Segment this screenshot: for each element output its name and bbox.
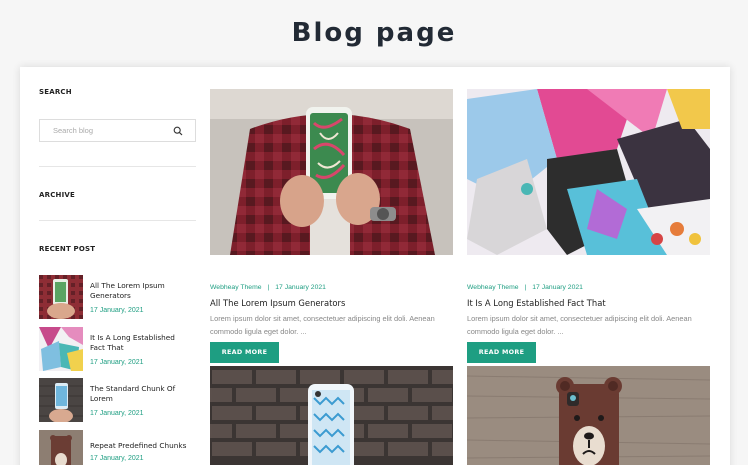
- blog-post: [210, 366, 453, 465]
- recent-post-item[interactable]: All The Lorem Ipsum Generators 17 Januar…: [39, 275, 196, 319]
- blog-card: SEARCH ARCHIVE RECENT POST: [20, 67, 730, 465]
- blog-post: Webheay Theme | 17 January 2021 It Is A Lo…: [467, 89, 710, 369]
- recent-post-thumbnail[interactable]: [39, 327, 83, 371]
- search-box[interactable]: [39, 119, 196, 142]
- recent-post-item[interactable]: The Standard Chunk Of Lorem 17 January, …: [39, 378, 196, 422]
- read-more-button[interactable]: READ MORE: [210, 342, 279, 363]
- post-date: 17 January 2021: [275, 284, 326, 291]
- post-excerpt: Lorem ipsum dolor sit amet, consectetuer…: [210, 314, 435, 336]
- divider: [39, 220, 196, 221]
- post-excerpt: Lorem ipsum dolor sit amet, consectetuer…: [467, 314, 692, 336]
- blog-post: Webheay Theme | 17 January 2021 All The Lo…: [210, 89, 453, 369]
- post-image[interactable]: [467, 366, 710, 465]
- recent-post-title[interactable]: All The Lorem Ipsum Generators: [90, 281, 190, 301]
- recent-post-date: 17 January, 2021: [90, 359, 144, 366]
- post-title[interactable]: All The Lorem Ipsum Generators: [210, 298, 345, 308]
- recent-post-title[interactable]: Repeat Predefined Chunks: [90, 441, 190, 451]
- search-input[interactable]: [53, 126, 163, 135]
- recent-post-thumbnail[interactable]: [39, 430, 83, 465]
- post-meta: Webheay Theme | 17 January 2021: [210, 284, 326, 291]
- page-title: Blog page: [291, 18, 457, 48]
- post-image[interactable]: [210, 89, 453, 255]
- post-image[interactable]: [467, 89, 710, 255]
- divider: [39, 166, 196, 167]
- recent-post-thumbnail[interactable]: [39, 275, 83, 319]
- post-date: 17 January 2021: [532, 284, 583, 291]
- post-image[interactable]: [210, 366, 453, 465]
- recent-post-title[interactable]: The Standard Chunk Of Lorem: [90, 384, 190, 404]
- post-meta: Webheay Theme | 17 January 2021: [467, 284, 583, 291]
- recent-post-item[interactable]: Repeat Predefined Chunks 17 January, 202…: [39, 430, 196, 465]
- blog-post: [467, 366, 710, 465]
- recent-post-date: 17 January, 2021: [90, 455, 144, 462]
- meta-separator: |: [524, 284, 527, 291]
- search-heading: SEARCH: [39, 88, 72, 96]
- post-title[interactable]: It Is A Long Established Fact That: [467, 298, 606, 308]
- meta-separator: |: [267, 284, 270, 291]
- search-icon[interactable]: [173, 126, 183, 136]
- post-author[interactable]: Webheay Theme: [467, 284, 519, 291]
- archive-heading[interactable]: ARCHIVE: [39, 191, 75, 199]
- recent-post-heading: RECENT POST: [39, 245, 96, 253]
- recent-post-item[interactable]: It Is A Long Established Fact That 17 Ja…: [39, 327, 196, 371]
- recent-post-title[interactable]: It Is A Long Established Fact That: [90, 333, 190, 353]
- recent-post-date: 17 January, 2021: [90, 410, 144, 417]
- post-author[interactable]: Webheay Theme: [210, 284, 262, 291]
- read-more-button[interactable]: READ MORE: [467, 342, 536, 363]
- recent-post-date: 17 January, 2021: [90, 307, 144, 314]
- recent-post-thumbnail[interactable]: [39, 378, 83, 422]
